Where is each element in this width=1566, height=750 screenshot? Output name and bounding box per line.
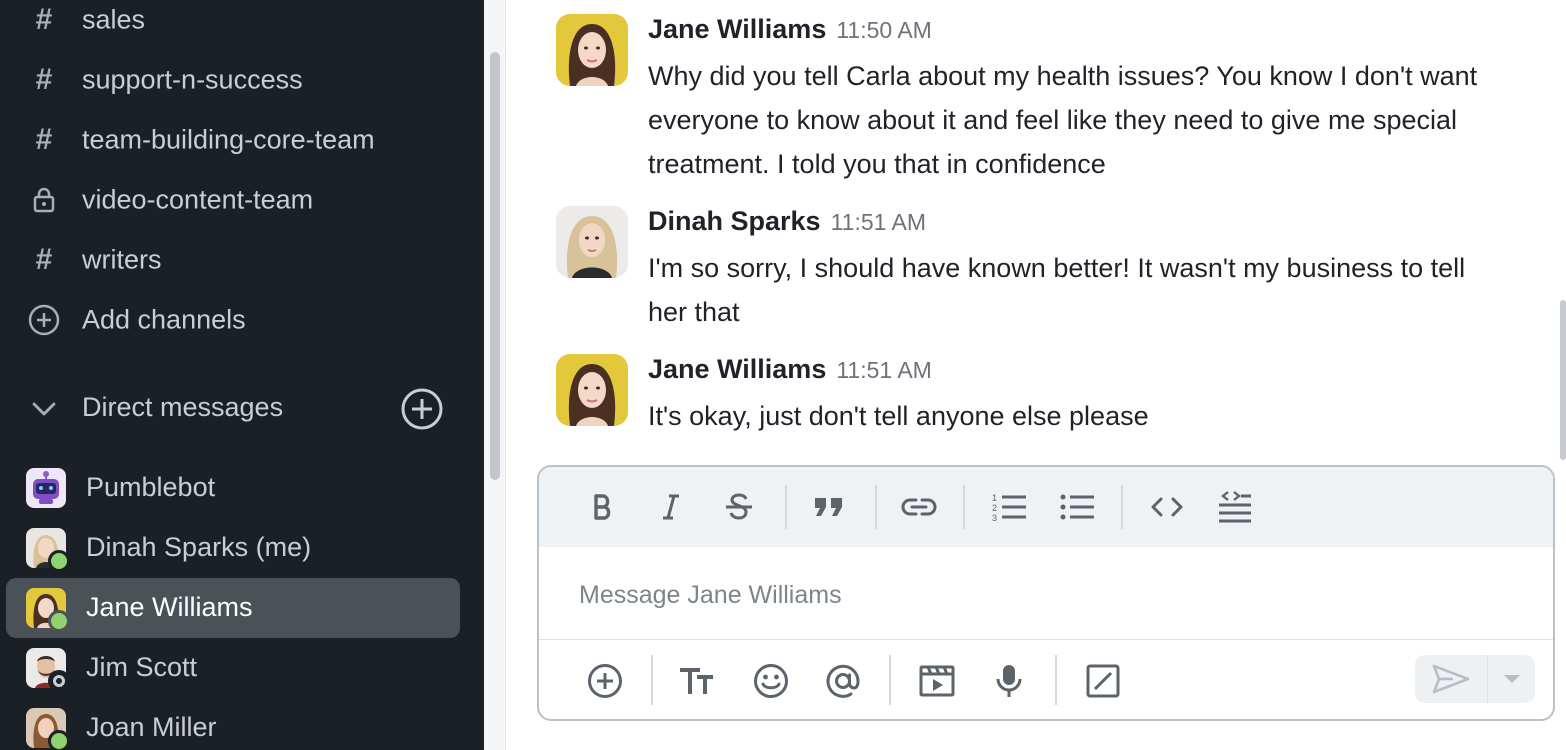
chevron-down-icon[interactable] bbox=[30, 395, 58, 423]
plus-circle-icon bbox=[28, 304, 60, 336]
message-author[interactable]: Jane Williams bbox=[648, 354, 826, 384]
composer-divider bbox=[539, 639, 1553, 640]
hash-icon: # bbox=[35, 63, 53, 96]
dm-item-joan-miller[interactable]: Joan Miller bbox=[6, 698, 460, 750]
avatar[interactable] bbox=[556, 206, 628, 278]
online-status-icon bbox=[48, 610, 70, 632]
dm-item-jim-scott[interactable]: Jim Scott bbox=[6, 638, 460, 698]
message-text: It's okay, just don't tell anyone else p… bbox=[648, 401, 1149, 431]
formatting-toolbar: 123 bbox=[539, 467, 1553, 547]
direct-messages-title[interactable]: Direct messages bbox=[82, 392, 283, 423]
channel-item-writers[interactable]: # writers bbox=[0, 230, 470, 290]
lock-icon bbox=[28, 184, 60, 216]
message-text: Why did you tell Carla about my health i… bbox=[648, 61, 1478, 179]
send-options-caret-icon[interactable] bbox=[1487, 655, 1535, 703]
hash-icon: # bbox=[35, 123, 53, 156]
channel-label: writers bbox=[82, 244, 162, 275]
message-time: 11:51 AM bbox=[830, 209, 927, 235]
add-channels-button[interactable]: Add channels bbox=[0, 290, 470, 350]
toolbar-separator bbox=[1121, 485, 1123, 529]
sidebar: # sales # support-n-success # team-build… bbox=[0, 0, 484, 750]
hash-icon: # bbox=[35, 3, 53, 36]
dm-item-pumblebot[interactable]: Pumblebot bbox=[6, 458, 460, 518]
ordered-list-icon[interactable]: 123 bbox=[987, 485, 1031, 529]
link-icon[interactable] bbox=[897, 485, 941, 529]
hash-icon: # bbox=[35, 243, 53, 276]
message-input[interactable] bbox=[579, 575, 1479, 615]
toolbar-separator bbox=[889, 655, 891, 705]
mention-icon[interactable] bbox=[821, 659, 865, 703]
dm-item-dinah-sparks[interactable]: Dinah Sparks (me) bbox=[6, 518, 460, 578]
channel-label: video-content-team bbox=[82, 184, 314, 215]
dm-name: Joan Miller bbox=[86, 712, 217, 742]
send-button[interactable] bbox=[1415, 655, 1487, 703]
avatar[interactable] bbox=[556, 354, 628, 426]
dm-item-jane-williams[interactable]: Jane Williams bbox=[6, 578, 460, 638]
channel-item-support-n-success[interactable]: # support-n-success bbox=[0, 50, 470, 110]
toolbar-separator bbox=[651, 655, 653, 705]
message-header: Dinah Sparks 11:51 AM bbox=[648, 206, 926, 237]
toolbar-separator bbox=[1055, 655, 1057, 705]
direct-messages-header: Direct messages bbox=[0, 378, 470, 438]
online-status-icon bbox=[48, 550, 70, 572]
toolbar-separator bbox=[785, 485, 787, 529]
send-group bbox=[1415, 655, 1535, 703]
message-author[interactable]: Jane Williams bbox=[648, 14, 826, 44]
dm-name: Pumblebot bbox=[86, 472, 216, 502]
message-time: 11:51 AM bbox=[836, 357, 932, 383]
message-header: Jane Williams 11:50 AM bbox=[648, 14, 932, 45]
avatar[interactable] bbox=[556, 14, 628, 86]
channel-label: team-building-core-team bbox=[82, 124, 375, 155]
quote-icon[interactable] bbox=[807, 485, 851, 529]
channel-label: support-n-success bbox=[82, 64, 303, 95]
message-text: I'm so sorry, I should have known better… bbox=[648, 253, 1466, 327]
bold-icon[interactable] bbox=[581, 485, 625, 529]
add-channels-label: Add channels bbox=[82, 304, 246, 335]
svg-text:3: 3 bbox=[992, 513, 997, 522]
bot-avatar bbox=[26, 468, 66, 508]
messages-scrollbar-thumb[interactable] bbox=[1560, 300, 1566, 460]
channel-item-sales[interactable]: # sales bbox=[0, 0, 470, 50]
message-composer: 123 bbox=[537, 465, 1555, 721]
emoji-icon[interactable] bbox=[749, 659, 793, 703]
code-icon[interactable] bbox=[1145, 485, 1189, 529]
channel-label: sales bbox=[82, 4, 146, 35]
message-time: 11:50 AM bbox=[836, 17, 932, 43]
video-clip-icon[interactable] bbox=[915, 659, 959, 703]
message-header: Jane Williams 11:51 AM bbox=[648, 354, 932, 385]
channel-item-video-content-team[interactable]: video-content-team bbox=[0, 170, 470, 230]
attach-plus-icon[interactable] bbox=[583, 659, 627, 703]
bullet-list-icon[interactable] bbox=[1055, 485, 1099, 529]
toolbar-separator bbox=[875, 485, 877, 529]
toolbar-separator bbox=[963, 485, 965, 529]
svg-text:2: 2 bbox=[992, 503, 997, 513]
dm-name: Jim Scott bbox=[86, 652, 198, 682]
slash-command-icon[interactable] bbox=[1081, 659, 1125, 703]
message-author[interactable]: Dinah Sparks bbox=[648, 206, 821, 236]
text-format-icon[interactable] bbox=[675, 659, 719, 703]
sidebar-scrollbar-thumb[interactable] bbox=[490, 52, 500, 480]
away-status-icon bbox=[48, 670, 70, 692]
italic-icon[interactable] bbox=[649, 485, 693, 529]
strikethrough-icon[interactable] bbox=[717, 485, 761, 529]
dm-name: Dinah Sparks (me) bbox=[86, 532, 312, 562]
code-block-icon[interactable] bbox=[1213, 485, 1257, 529]
online-status-icon bbox=[48, 730, 70, 750]
svg-text:1: 1 bbox=[992, 493, 997, 503]
microphone-icon[interactable] bbox=[987, 659, 1031, 703]
add-direct-message-button[interactable] bbox=[400, 387, 444, 431]
dm-name: Jane Williams bbox=[86, 592, 253, 622]
channel-item-team-building-core-team[interactable]: # team-building-core-team bbox=[0, 110, 470, 170]
